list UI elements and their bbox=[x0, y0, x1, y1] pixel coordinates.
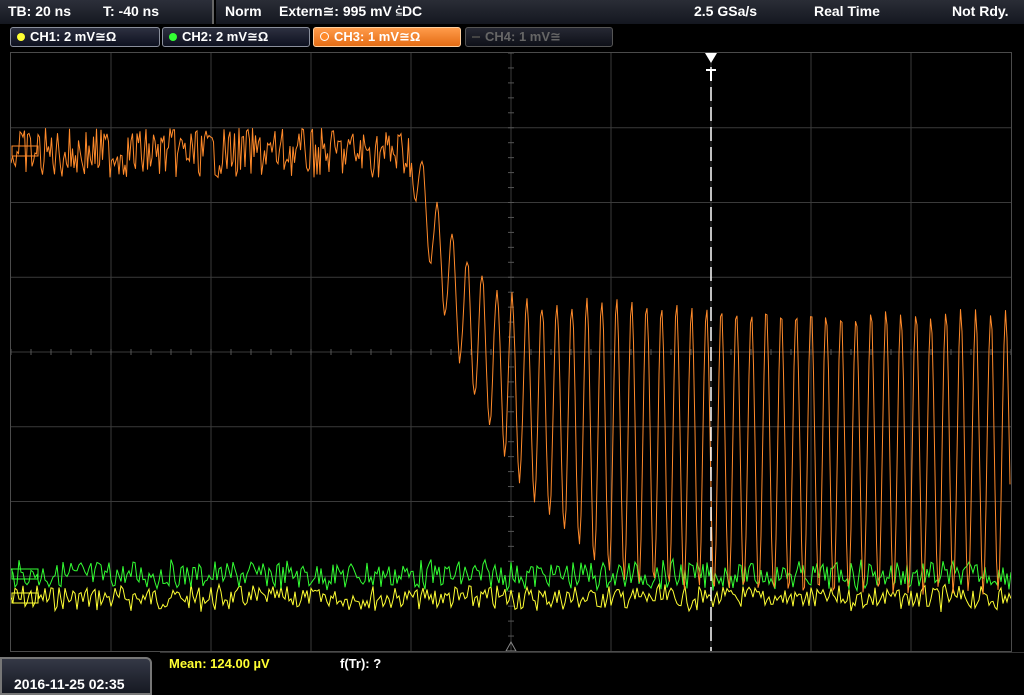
ftr-measurement[interactable]: f(Tr): ? bbox=[340, 656, 381, 671]
channel-bar: CH1: 2 mV≅Ω CH2: 2 mV≅Ω CH3: 1 mV≅Ω CH4:… bbox=[0, 24, 1024, 50]
channel-1-dot-icon bbox=[17, 33, 25, 41]
datetime-panel: 2016-11-25 02:35 bbox=[0, 657, 152, 695]
channel-1-label: CH1: 2 mV≅Ω bbox=[30, 29, 117, 44]
trigger-panel[interactable]: Norm Extern≅: 995 mV ⫃DC 2.5 GSa/s Real … bbox=[216, 0, 1024, 24]
acquisition-status: Not Rdy. bbox=[952, 3, 1009, 19]
timebase-readout: TB: 20 ns bbox=[8, 3, 72, 19]
top-status-bar: TB: 20 ns T: -40 ns Norm Extern≅: 995 mV… bbox=[0, 0, 1024, 24]
channel-3-button[interactable]: CH3: 1 mV≅Ω bbox=[313, 27, 461, 47]
mean-measurement[interactable]: Mean: 124.00 µV bbox=[169, 656, 270, 671]
channel-2-dot-icon bbox=[169, 33, 177, 41]
channel-1-button[interactable]: CH1: 2 mV≅Ω bbox=[10, 27, 160, 47]
channel-4-label: CH4: 1 mV≅ bbox=[485, 29, 561, 44]
channel-3-dot-icon bbox=[320, 32, 329, 41]
trigger-source: Extern≅: 995 mV ⫃DC bbox=[279, 3, 423, 19]
trigger-marker-icon bbox=[705, 53, 717, 63]
timebase-panel[interactable]: TB: 20 ns T: -40 ns bbox=[0, 0, 214, 24]
measurement-bar bbox=[0, 652, 1024, 695]
waveform-display[interactable] bbox=[10, 52, 1012, 652]
trigger-mode: Norm bbox=[225, 3, 262, 19]
sample-rate: 2.5 GSa/s bbox=[694, 3, 758, 19]
waveform-plot bbox=[10, 52, 1012, 652]
channel-4-button[interactable]: CH4: 1 mV≅ bbox=[465, 27, 613, 47]
channel-4-dash-icon bbox=[472, 36, 480, 38]
trigger-t-icon bbox=[706, 69, 716, 81]
measure-divider bbox=[160, 652, 1024, 653]
channel-2-label: CH2: 2 mV≅Ω bbox=[182, 29, 269, 44]
datetime: 2016-11-25 02:35 bbox=[14, 676, 125, 692]
trigger-offset-readout: T: -40 ns bbox=[103, 3, 160, 19]
acquisition-mode: Real Time bbox=[814, 3, 880, 19]
channel-2-button[interactable]: CH2: 2 mV≅Ω bbox=[162, 27, 310, 47]
channel-3-label: CH3: 1 mV≅Ω bbox=[334, 29, 421, 44]
